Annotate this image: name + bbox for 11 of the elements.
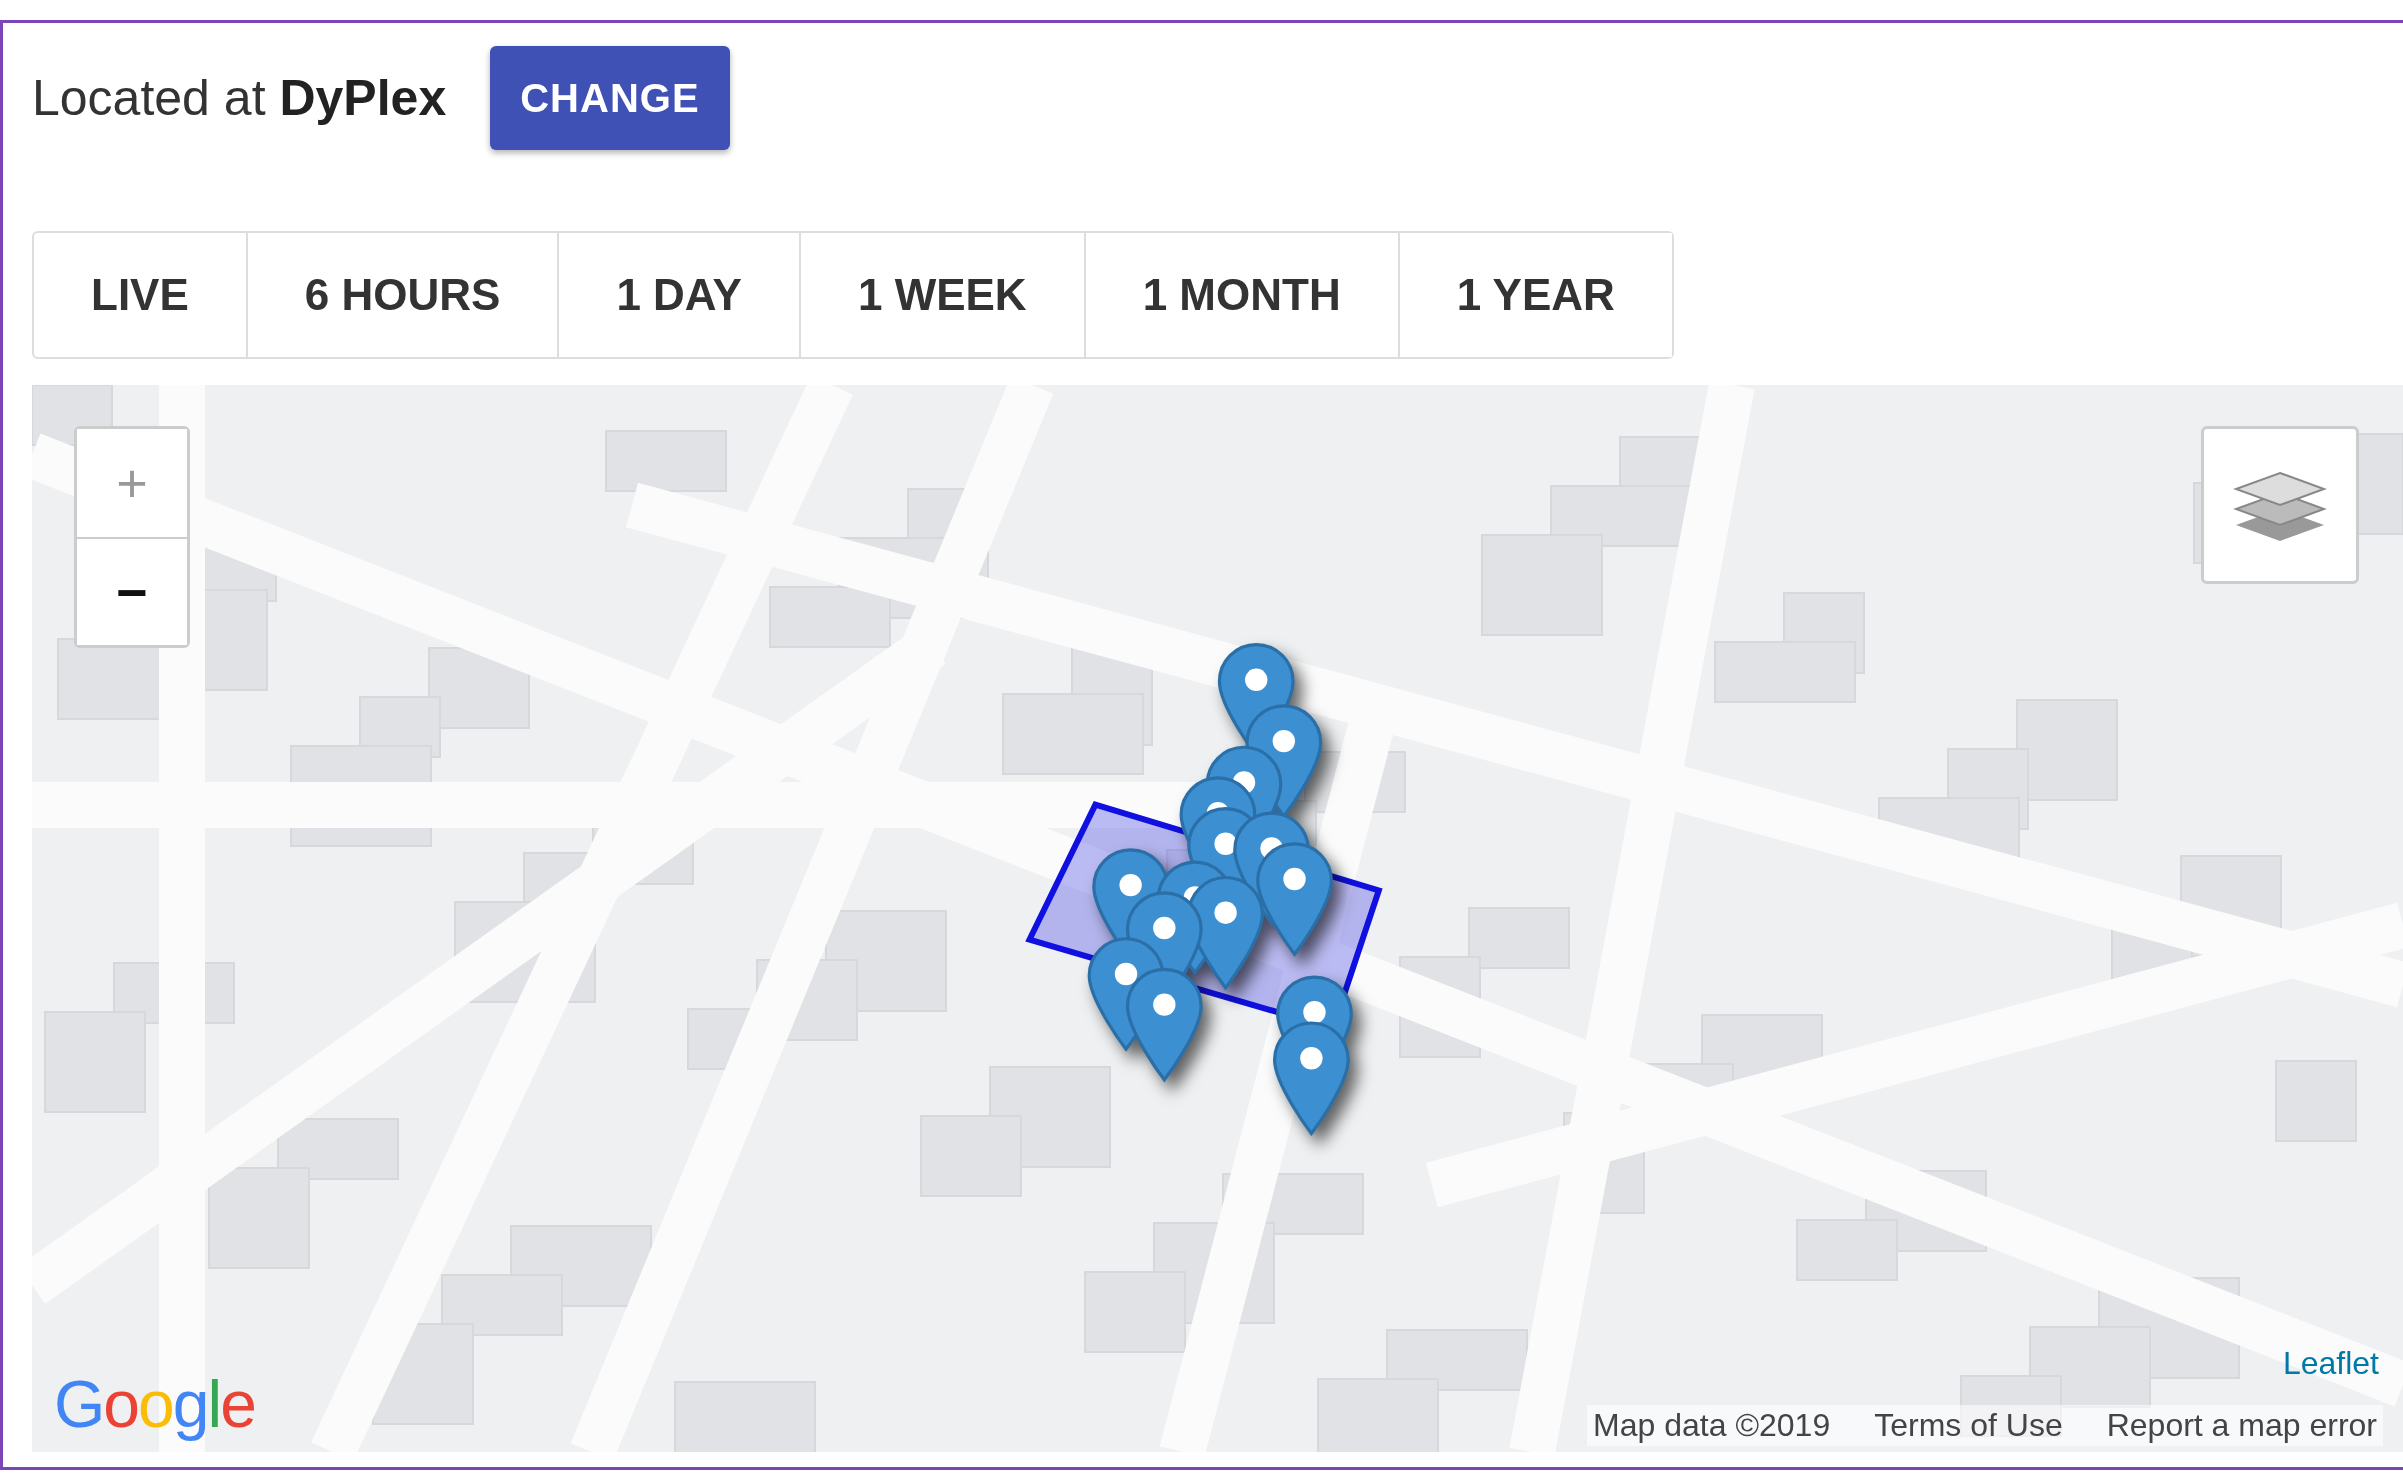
terms-link[interactable]: Terms of Use [1874, 1407, 2063, 1444]
leaflet-link[interactable]: Leaflet [2282, 1345, 2379, 1382]
change-button[interactable]: CHANGE [490, 46, 730, 150]
map-data-text: Map data ©2019 [1593, 1407, 1831, 1444]
google-logo: Google [54, 1366, 255, 1442]
report-error-link[interactable]: Report a map error [2106, 1407, 2377, 1444]
map-marker-cluster-drawing[interactable] [1087, 643, 1353, 1135]
location-label: Located at DyPlex [32, 69, 447, 127]
zoom-out-button[interactable]: − [77, 537, 187, 645]
time-range-tab[interactable]: 1 YEAR [1397, 233, 1672, 357]
layers-button[interactable] [2201, 426, 2359, 584]
